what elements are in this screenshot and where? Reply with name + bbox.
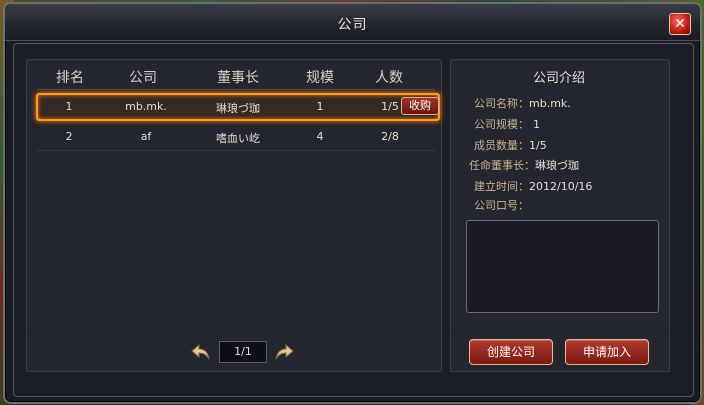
apply-join-button[interactable]: 申请加入: [565, 339, 649, 365]
cell-scale: 4: [316, 130, 324, 143]
company-scale-row: 公司规模： 1: [474, 116, 540, 132]
header-rank: 排名: [56, 70, 84, 86]
cell-rank: 1: [65, 100, 73, 113]
header-company: 公司: [129, 70, 157, 86]
member-count-row: 成员数量：1/5: [474, 137, 547, 153]
header-members: 人数: [375, 70, 403, 86]
founded-row: 建立时间：2012/10/16: [474, 178, 592, 194]
founded-label: 建立时间：: [474, 180, 529, 193]
cell-company: mb.mk.: [125, 100, 167, 113]
close-icon[interactable]: ✕: [669, 13, 691, 35]
window-title: 公司: [337, 17, 368, 33]
cell-chairman: 琳琅づ珈: [216, 102, 260, 115]
chairman-label: 任命董事长：: [469, 159, 535, 172]
slogan-label: 公司口号：: [474, 199, 529, 212]
cell-members: 2/8: [381, 130, 399, 143]
company-name-row: 公司名称：mb.mk.: [474, 95, 571, 111]
company-scale-value: 1: [533, 118, 540, 131]
chairman-row: 任命董事长：琳琅づ珈: [469, 157, 579, 173]
header-scale: 规模: [306, 70, 334, 86]
header-chairman: 董事长: [217, 70, 259, 86]
acquire-button[interactable]: 收购: [401, 97, 439, 115]
row-divider: [37, 150, 435, 151]
chairman-value: 琳琅づ珈: [535, 159, 579, 172]
cell-members: 1/5: [381, 100, 399, 113]
page-indicator: 1/1: [219, 341, 267, 363]
cell-company: af: [140, 130, 152, 143]
founded-value: 2012/10/16: [529, 180, 593, 193]
member-count-label: 成员数量：: [474, 139, 529, 152]
header-divider: [37, 89, 435, 90]
company-name-value: mb.mk.: [529, 97, 571, 110]
intro-title: 公司介绍: [532, 71, 585, 86]
cell-rank: 2: [65, 130, 73, 143]
redo-arrow-icon[interactable]: [273, 342, 295, 362]
company-scale-label: 公司规模：: [474, 118, 529, 131]
member-count-value: 1/5: [529, 139, 547, 152]
titlebar: 公司 ✕: [5, 4, 700, 41]
create-company-button[interactable]: 创建公司: [469, 339, 553, 365]
cell-scale: 1: [316, 100, 324, 113]
company-name-label: 公司名称：: [474, 97, 529, 110]
cell-chairman: 嗜血い屹: [216, 132, 260, 145]
slogan-row: 公司口号：: [474, 197, 529, 213]
undo-arrow-icon[interactable]: [190, 342, 212, 362]
slogan-textarea: [466, 220, 659, 313]
